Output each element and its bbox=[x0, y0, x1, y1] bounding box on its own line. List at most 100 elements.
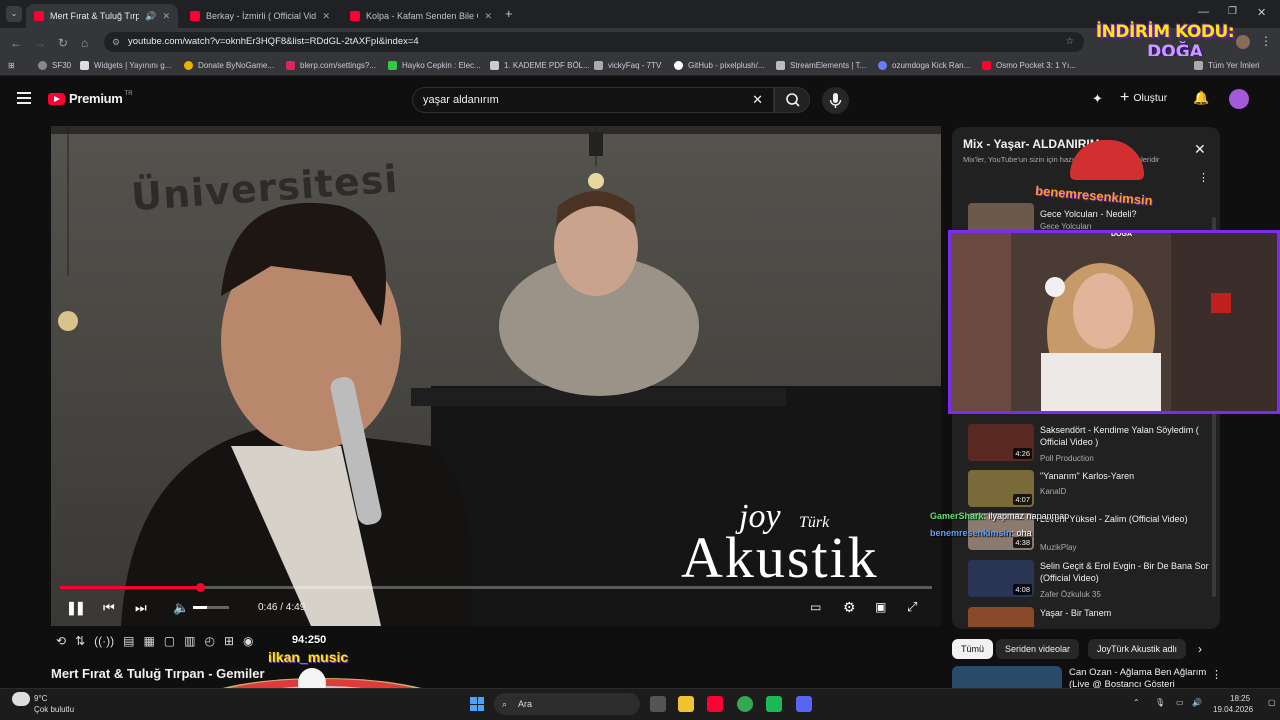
bookmark-star-icon[interactable]: ☆ bbox=[1065, 32, 1074, 52]
grid-icon[interactable]: ▥ bbox=[184, 634, 195, 652]
film-icon[interactable]: ▦ bbox=[143, 634, 154, 652]
close-icon[interactable]: ✕ bbox=[316, 11, 330, 22]
youtube-logo[interactable]: Premium TR bbox=[48, 91, 133, 106]
search-icon: ⌕ bbox=[502, 699, 508, 709]
clear-search-icon[interactable]: ✕ bbox=[752, 88, 763, 112]
home-icon[interactable]: ⌂ bbox=[81, 36, 88, 50]
bookmark-item[interactable]: Widgets | Yayınını g... bbox=[80, 61, 171, 70]
bookmark-item[interactable]: Hayko Cepkin : Elec... bbox=[388, 61, 481, 70]
camera-icon[interactable]: ◉ bbox=[243, 634, 253, 652]
progress-fill bbox=[60, 586, 200, 589]
menu-icon[interactable]: ⋮ bbox=[1260, 34, 1272, 48]
progress-scrubber[interactable] bbox=[195, 583, 205, 592]
next-icon[interactable]: ⏭ bbox=[135, 600, 147, 616]
chips-next-icon[interactable]: › bbox=[1198, 642, 1202, 656]
rec-menu-icon[interactable]: ⋮ bbox=[1211, 668, 1222, 681]
speed-icon[interactable]: ◴ bbox=[204, 634, 214, 652]
list-item[interactable]: 4:08 Selin Geçit & Erol Evgin - Bir De B… bbox=[968, 560, 1218, 604]
bookmark-item[interactable]: ozumdoga Kick Ran... bbox=[878, 61, 970, 70]
tray-chevron-icon[interactable]: ⌃ bbox=[1133, 698, 1140, 707]
video-progress-bar[interactable] bbox=[60, 583, 932, 592]
list-item[interactable]: 4:07 "Yanarım" Karlos-Yaren KanalD bbox=[968, 470, 1218, 514]
clock-date: 19.04.2026 bbox=[1213, 705, 1254, 714]
close-playlist-icon[interactable]: ✕ bbox=[1194, 141, 1206, 158]
tab-mert-firat[interactable]: Mert Fırat & Tuluğ Tırpan 🔊 ✕ bbox=[26, 4, 178, 28]
sort-icon[interactable]: ⇅ bbox=[75, 634, 85, 652]
url-field[interactable]: ⚙ youtube.com/watch?v=oknhEr3HQF8&list=R… bbox=[104, 32, 1084, 52]
notification-icon[interactable]: ▢ bbox=[1268, 698, 1276, 707]
download-icon[interactable]: ⊞ bbox=[224, 634, 234, 652]
windows-start-icon[interactable] bbox=[470, 697, 484, 711]
chip-joyturk[interactable]: JoyTürk Akustik adlı bbox=[1088, 639, 1186, 659]
list-item[interactable]: 4:26 Saksendört - Kendime Yalan Söyledim… bbox=[968, 424, 1218, 468]
item-title: Yaşar - Bir Tanem bbox=[1040, 608, 1112, 618]
tab-berkay[interactable]: Berkay - İzmirli ( Official Video ) ✕ bbox=[182, 4, 338, 28]
item-channel: Poll Production bbox=[1040, 454, 1094, 463]
volume-tray-icon[interactable]: 🔊 bbox=[1192, 698, 1202, 707]
file-explorer-icon[interactable] bbox=[678, 696, 694, 712]
tab-kolpa[interactable]: Kolpa - Kafam Senden Bile Güzel ✕ bbox=[342, 4, 500, 28]
app-icon[interactable] bbox=[766, 696, 782, 712]
pause-icon[interactable]: ❚❚ bbox=[66, 600, 86, 616]
bookmark-item[interactable]: SF30 bbox=[38, 61, 71, 70]
item-channel: MuzikPlay bbox=[1040, 543, 1077, 552]
volume-slider[interactable] bbox=[193, 606, 229, 609]
broadcast-icon[interactable]: ((·)) bbox=[94, 634, 114, 652]
bookmark-item[interactable]: vickyFaq - 7TV bbox=[594, 61, 661, 70]
discord-icon[interactable] bbox=[796, 696, 812, 712]
item-title: "Yanarım" Karlos-Yaren bbox=[1040, 471, 1135, 481]
bookmark-item[interactable]: GitHub - pixelplush/... bbox=[674, 61, 764, 70]
account-avatar[interactable] bbox=[1229, 89, 1249, 109]
weather-icon[interactable] bbox=[12, 692, 30, 706]
close-window-icon[interactable]: ✕ bbox=[1257, 6, 1266, 19]
bookmark-item[interactable]: blerp.com/settings?... bbox=[286, 61, 376, 70]
miniplayer-icon[interactable]: ▣ bbox=[875, 600, 886, 614]
bookmark-item[interactable]: StreamElements | T... bbox=[776, 61, 866, 70]
chrome-icon[interactable] bbox=[737, 696, 753, 712]
search-input[interactable]: yaşar aldanırım ✕ bbox=[412, 87, 774, 113]
task-view-icon[interactable] bbox=[650, 696, 666, 712]
apps-icon[interactable]: ⊞ bbox=[8, 61, 15, 70]
minimize-icon[interactable]: — bbox=[1198, 6, 1209, 18]
chip-series[interactable]: Seriden videolar bbox=[996, 639, 1080, 659]
create-button[interactable]: + Oluştur bbox=[1120, 90, 1167, 106]
subtitles-icon[interactable]: ▭ bbox=[810, 600, 821, 614]
site-info-icon[interactable]: ⚙ bbox=[112, 32, 120, 52]
video-player[interactable]: Üniversitesi joy Türk Akustik bbox=[51, 126, 941, 626]
bookmark-item[interactable]: 1. KADEME PDF BÖL... bbox=[490, 61, 590, 70]
previous-icon[interactable]: ⏮ bbox=[103, 600, 115, 616]
voice-search-button[interactable] bbox=[822, 87, 849, 114]
search-button[interactable] bbox=[774, 87, 810, 113]
maximize-icon[interactable]: ❐ bbox=[1228, 6, 1237, 17]
thumbnail: 4:26 bbox=[968, 424, 1034, 461]
mic-tray-icon[interactable]: 🎙 bbox=[1155, 698, 1165, 707]
reload-icon[interactable]: ↻ bbox=[58, 36, 68, 50]
clock-time: 18:25 bbox=[1230, 694, 1251, 703]
taskbar-search[interactable]: ⌕ Ara bbox=[494, 693, 640, 715]
forward-icon[interactable]: → bbox=[34, 36, 46, 50]
new-tab-button[interactable]: + bbox=[505, 6, 513, 21]
youtube-app-icon[interactable] bbox=[707, 696, 723, 712]
monitor-icon[interactable]: ▭ bbox=[1176, 698, 1184, 707]
bookmark-item[interactable]: Donate ByNoGame... bbox=[184, 61, 274, 70]
hamburger-menu-icon[interactable] bbox=[17, 92, 31, 104]
tab-list-icon[interactable]: ⌄ bbox=[6, 6, 22, 22]
extension-icon[interactable]: ✦ bbox=[1092, 91, 1103, 107]
screen-icon[interactable]: ▤ bbox=[123, 634, 134, 652]
close-icon[interactable]: ✕ bbox=[156, 11, 170, 22]
rec-title[interactable]: Can Ozan - Ağlama Ben Ağlarım (Live @ Bo… bbox=[1069, 667, 1207, 688]
list-item[interactable]: Yaşar - Bir Tanem bbox=[968, 607, 1218, 627]
settings-gear-icon[interactable]: ⚙ bbox=[843, 599, 856, 616]
volume-icon[interactable]: 🔈 bbox=[173, 600, 189, 616]
notifications-bell-icon[interactable]: 🔔 bbox=[1193, 90, 1209, 106]
bookmark-item[interactable]: Osmo Pocket 3: 1 Yı... bbox=[982, 61, 1076, 70]
chip-all[interactable]: Tümü bbox=[952, 639, 994, 659]
close-icon[interactable]: ✕ bbox=[478, 11, 492, 22]
all-bookmarks[interactable]: Tüm Yer İmleri bbox=[1194, 61, 1260, 70]
playlist-menu-icon[interactable]: ⋮ bbox=[1198, 171, 1209, 184]
back-icon[interactable]: ← bbox=[10, 36, 22, 50]
loop-icon[interactable]: ⟲ bbox=[56, 634, 66, 652]
frame-icon[interactable]: ▢ bbox=[164, 634, 175, 652]
fullscreen-icon[interactable]: ⤢ bbox=[907, 599, 917, 615]
rec-thumbnail[interactable] bbox=[952, 666, 1062, 688]
